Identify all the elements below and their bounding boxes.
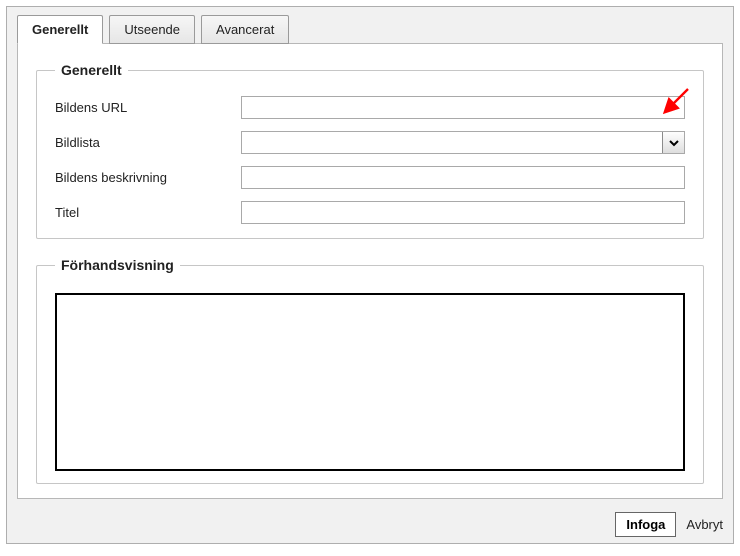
image-desc-input[interactable] — [241, 166, 685, 189]
image-list-select[interactable] — [241, 131, 685, 154]
row-title: Titel — [55, 201, 685, 224]
panel-general: Generellt Bildens URL Bi — [17, 43, 723, 499]
row-image-list: Bildlista — [55, 131, 685, 154]
fieldset-general: Generellt Bildens URL Bi — [36, 62, 704, 239]
row-image-desc: Bildens beskrivning — [55, 166, 685, 189]
label-image-desc: Bildens beskrivning — [55, 170, 241, 185]
image-dialog: Generellt Utseende Avancerat Generellt B… — [6, 6, 734, 544]
legend-preview: Förhandsvisning — [55, 257, 180, 273]
row-image-url: Bildens URL — [55, 96, 685, 119]
label-title: Titel — [55, 205, 241, 220]
tab-advanced[interactable]: Avancerat — [201, 15, 289, 44]
chevron-down-icon — [668, 137, 680, 149]
image-list-value — [242, 132, 662, 153]
dropdown-button[interactable] — [662, 132, 684, 153]
fieldset-preview: Förhandsvisning — [36, 257, 704, 484]
preview-area — [55, 293, 685, 471]
label-image-list: Bildlista — [55, 135, 241, 150]
tabs: Generellt Utseende Avancerat — [7, 7, 733, 44]
insert-button[interactable]: Infoga — [615, 512, 676, 537]
tab-general[interactable]: Generellt — [17, 15, 103, 44]
image-url-input[interactable] — [241, 96, 685, 119]
dialog-footer: Infoga Avbryt — [615, 512, 723, 537]
legend-general: Generellt — [55, 62, 128, 78]
title-input[interactable] — [241, 201, 685, 224]
label-image-url: Bildens URL — [55, 100, 241, 115]
tab-appearance[interactable]: Utseende — [109, 15, 195, 44]
cancel-button[interactable]: Avbryt — [686, 517, 723, 532]
